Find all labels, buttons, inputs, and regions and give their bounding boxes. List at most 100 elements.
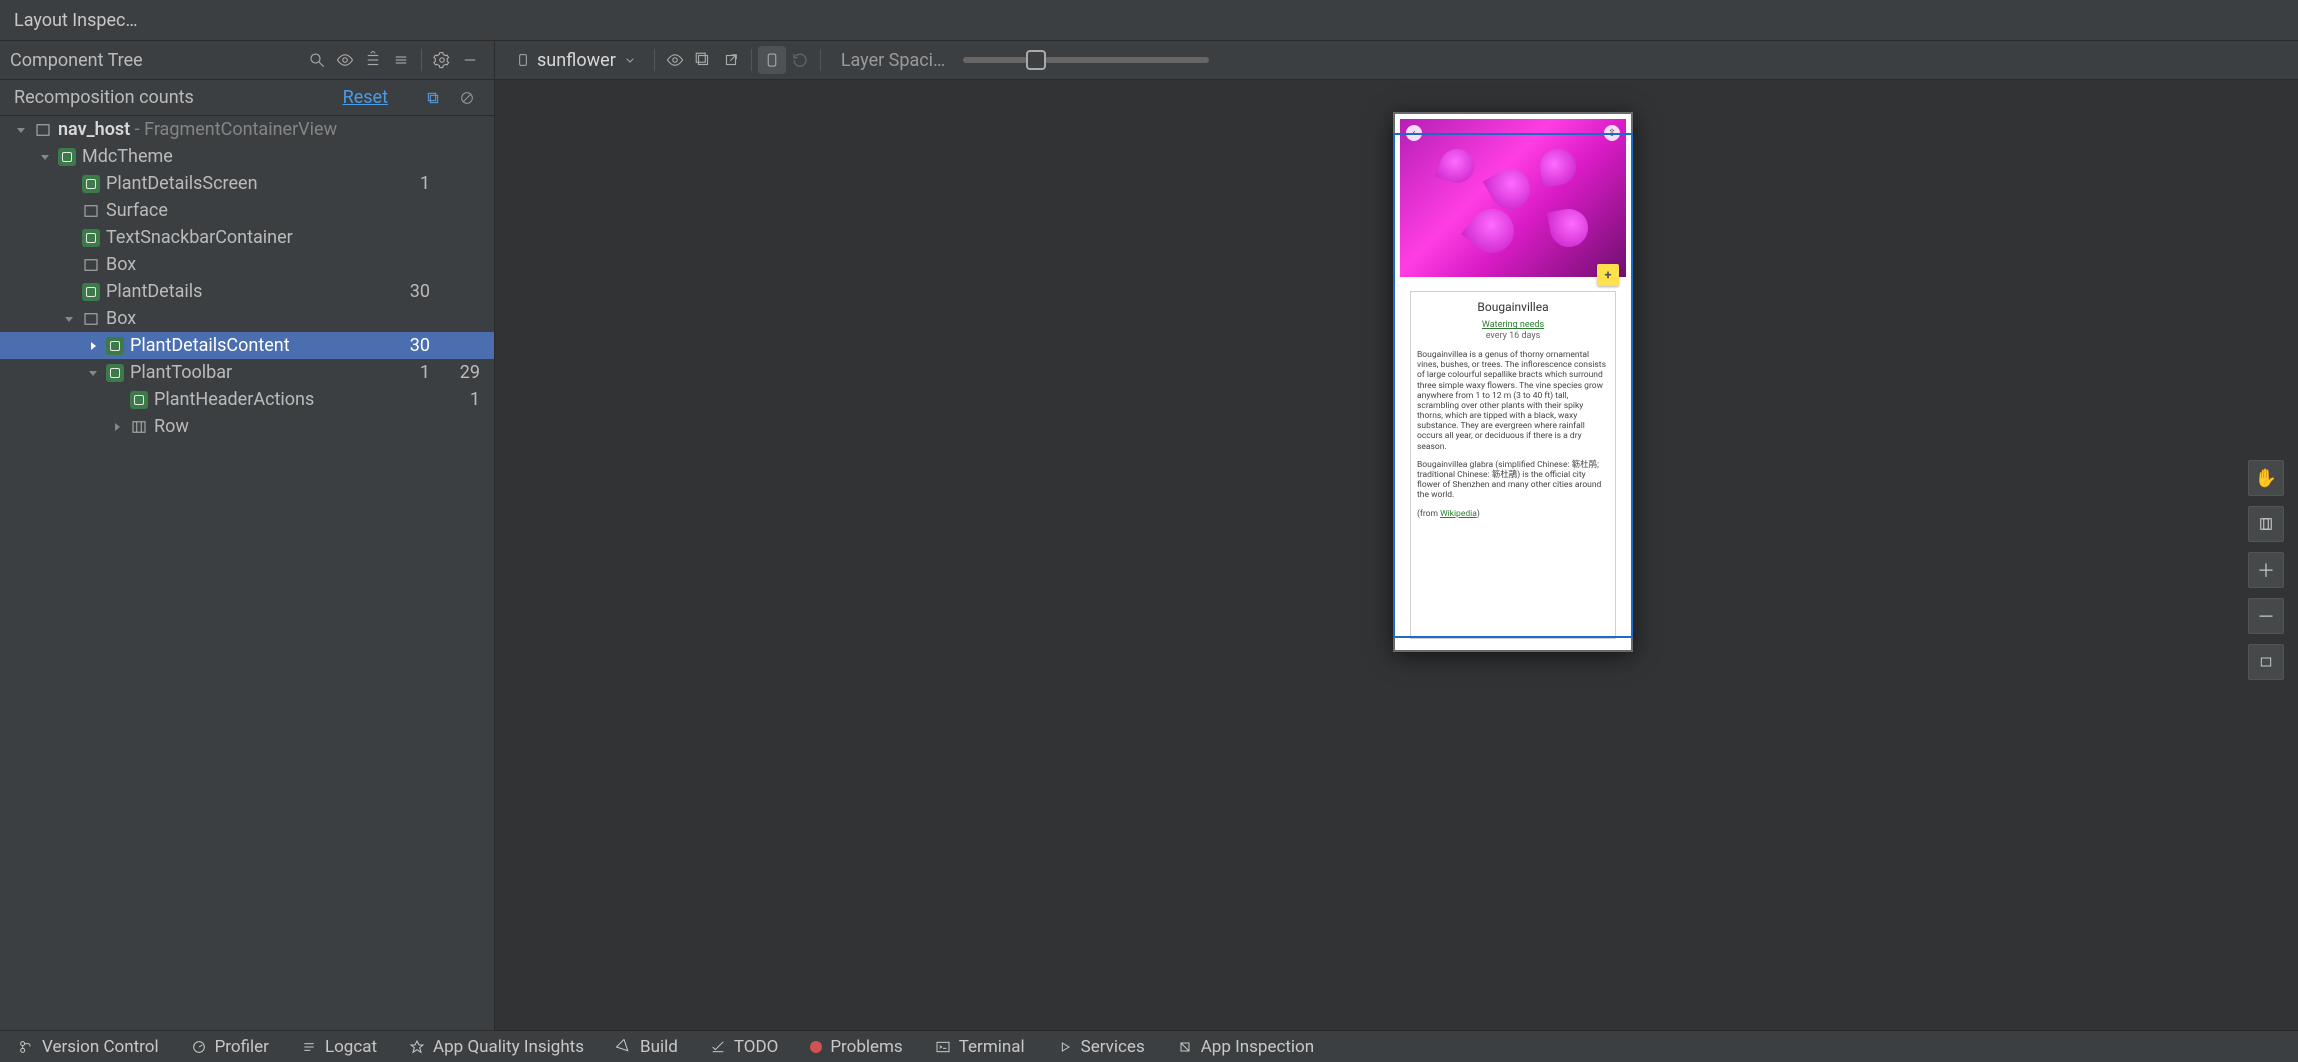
overlay-icon[interactable]: [758, 46, 786, 74]
tree-row[interactable]: PlantToolbar129: [0, 359, 494, 386]
compose-icon: [56, 146, 78, 168]
zoom-out-icon[interactable]: －: [2248, 598, 2284, 634]
chevron-icon[interactable]: [38, 152, 52, 162]
component-tree-label: Component Tree: [10, 50, 303, 71]
tree-row[interactable]: Box: [0, 251, 494, 278]
sb-services[interactable]: Services: [1057, 1037, 1145, 1057]
status-bar: Version Control Profiler Logcat App Qual…: [0, 1030, 2298, 1062]
skip-count: 1: [430, 389, 480, 410]
view-icon: [80, 254, 102, 276]
search-icon[interactable]: [303, 46, 331, 74]
skip-count: [430, 335, 480, 356]
tree-node-label: PlantDetails: [106, 281, 390, 302]
recomp-count: 30: [390, 335, 430, 356]
tree-node-label: Surface: [106, 200, 390, 221]
layout-canvas[interactable]: PlantDetailsContent 30 ‹ ⇪: [495, 80, 2298, 1030]
plant-card: Bougainvillea Watering needs every 16 da…: [1410, 291, 1616, 639]
tree-node-label: Box: [106, 308, 390, 329]
zoom-in-icon[interactable]: ＋: [2248, 552, 2284, 588]
view-icon: [32, 119, 54, 141]
tree-row[interactable]: Box: [0, 305, 494, 332]
chevron-icon[interactable]: [62, 314, 76, 324]
layers-icon[interactable]: [2248, 506, 2284, 542]
chevron-icon[interactable]: [14, 125, 28, 135]
pan-icon[interactable]: ✋: [2248, 460, 2284, 496]
export-icon[interactable]: [717, 46, 745, 74]
tree-row[interactable]: PlantDetailsContent30: [0, 332, 494, 359]
sb-profiler[interactable]: Profiler: [191, 1037, 269, 1057]
tree-node-label: PlantDetailsScreen: [106, 173, 390, 194]
sb-app-inspection[interactable]: App Inspection: [1177, 1037, 1314, 1057]
back-icon[interactable]: ‹: [1406, 125, 1422, 141]
sb-todo[interactable]: TODO: [710, 1037, 778, 1057]
plant-source: (from Wikipedia): [1417, 509, 1609, 519]
tree-row[interactable]: MdcTheme: [0, 143, 494, 170]
sb-build[interactable]: Build: [616, 1037, 678, 1057]
device-preview: ‹ ⇪ + Bougainvillea Watering n: [1393, 112, 1633, 652]
visibility-icon[interactable]: [331, 46, 359, 74]
layer-spacing-label: Layer Spaci…: [841, 50, 945, 71]
tree-node-label: TextSnackbarContainer: [106, 227, 390, 248]
watering-heading: Watering needs: [1417, 320, 1609, 331]
recomposition-label: Recomposition counts: [14, 87, 343, 108]
tree-row[interactable]: PlantDetails30: [0, 278, 494, 305]
tree-row[interactable]: TextSnackbarContainer: [0, 224, 494, 251]
layout-viewer-toolbar: sunflower Layer Spaci…: [495, 41, 2298, 80]
live-updates-icon[interactable]: [661, 46, 689, 74]
compose-icon: [80, 173, 102, 195]
tree-node-label: Row: [154, 416, 390, 437]
tree-node-label: PlantHeaderActions: [154, 389, 390, 410]
tree-node-label: MdcTheme: [82, 146, 390, 167]
compose-icon: [104, 362, 126, 384]
expand-all-icon[interactable]: [359, 46, 387, 74]
minimize-icon[interactable]: [456, 46, 484, 74]
plant-description-2: Bougainvillea glabra (simplified Chinese…: [1417, 460, 1609, 501]
plant-photo: ‹ ⇪: [1400, 119, 1626, 277]
tree-node-label: nav_host - FragmentContainerView: [58, 119, 390, 140]
column-icon: [128, 416, 150, 438]
tree-row[interactable]: nav_host - FragmentContainerView: [0, 116, 494, 143]
chevron-icon[interactable]: [86, 341, 100, 351]
copy-icon[interactable]: [420, 85, 446, 111]
watering-detail: every 16 days: [1417, 331, 1609, 342]
compose-icon: [104, 335, 126, 357]
tree-row[interactable]: Row: [0, 413, 494, 440]
chevron-icon[interactable]: [86, 368, 100, 378]
tree-row[interactable]: Surface: [0, 197, 494, 224]
recomp-count: 1: [390, 173, 430, 194]
add-fab[interactable]: +: [1597, 264, 1619, 286]
zoom-fit-icon[interactable]: [2248, 644, 2284, 680]
component-tree[interactable]: nav_host - FragmentContainerView MdcTheme…: [0, 116, 494, 1030]
collapse-all-icon[interactable]: [387, 46, 415, 74]
plant-description-1: Bougainvillea is a genus of thorny ornam…: [1417, 350, 1609, 452]
slider-thumb[interactable]: [1026, 50, 1046, 70]
layer-spacing-slider[interactable]: [963, 57, 1209, 63]
tree-node-label: PlantDetailsContent: [130, 335, 390, 356]
recomposition-header: Recomposition counts Reset: [0, 80, 494, 116]
view-icon: [80, 308, 102, 330]
left-pane: Component Tree Recomposition counts Rese…: [0, 41, 495, 1030]
disable-icon[interactable]: [454, 85, 480, 111]
chevron-icon[interactable]: [110, 422, 124, 432]
component-tree-toolbar: Component Tree: [0, 41, 494, 80]
settings-gear-icon[interactable]: [428, 46, 456, 74]
view-controls: ✋ ＋ －: [2248, 460, 2284, 680]
sb-problems[interactable]: Problems: [810, 1037, 902, 1057]
snapshot-icon[interactable]: [689, 46, 717, 74]
tree-node-label: PlantToolbar: [130, 362, 390, 383]
skip-count: [430, 281, 480, 302]
sb-terminal[interactable]: Terminal: [935, 1037, 1025, 1057]
sb-version-control[interactable]: Version Control: [18, 1037, 159, 1057]
skip-count: 29: [430, 362, 480, 383]
sb-app-quality[interactable]: App Quality Insights: [409, 1037, 584, 1057]
tree-row[interactable]: PlantDetailsScreen1: [0, 170, 494, 197]
process-picker[interactable]: sunflower: [505, 50, 648, 71]
sb-logcat[interactable]: Logcat: [301, 1037, 377, 1057]
refresh-icon[interactable]: [786, 46, 814, 74]
plant-title: Bougainvillea: [1417, 300, 1609, 314]
reset-button[interactable]: Reset: [343, 87, 388, 108]
source-link[interactable]: Wikipedia: [1440, 509, 1477, 519]
share-icon[interactable]: ⇪: [1604, 125, 1620, 141]
view-icon: [80, 200, 102, 222]
tree-row[interactable]: PlantHeaderActions 1: [0, 386, 494, 413]
